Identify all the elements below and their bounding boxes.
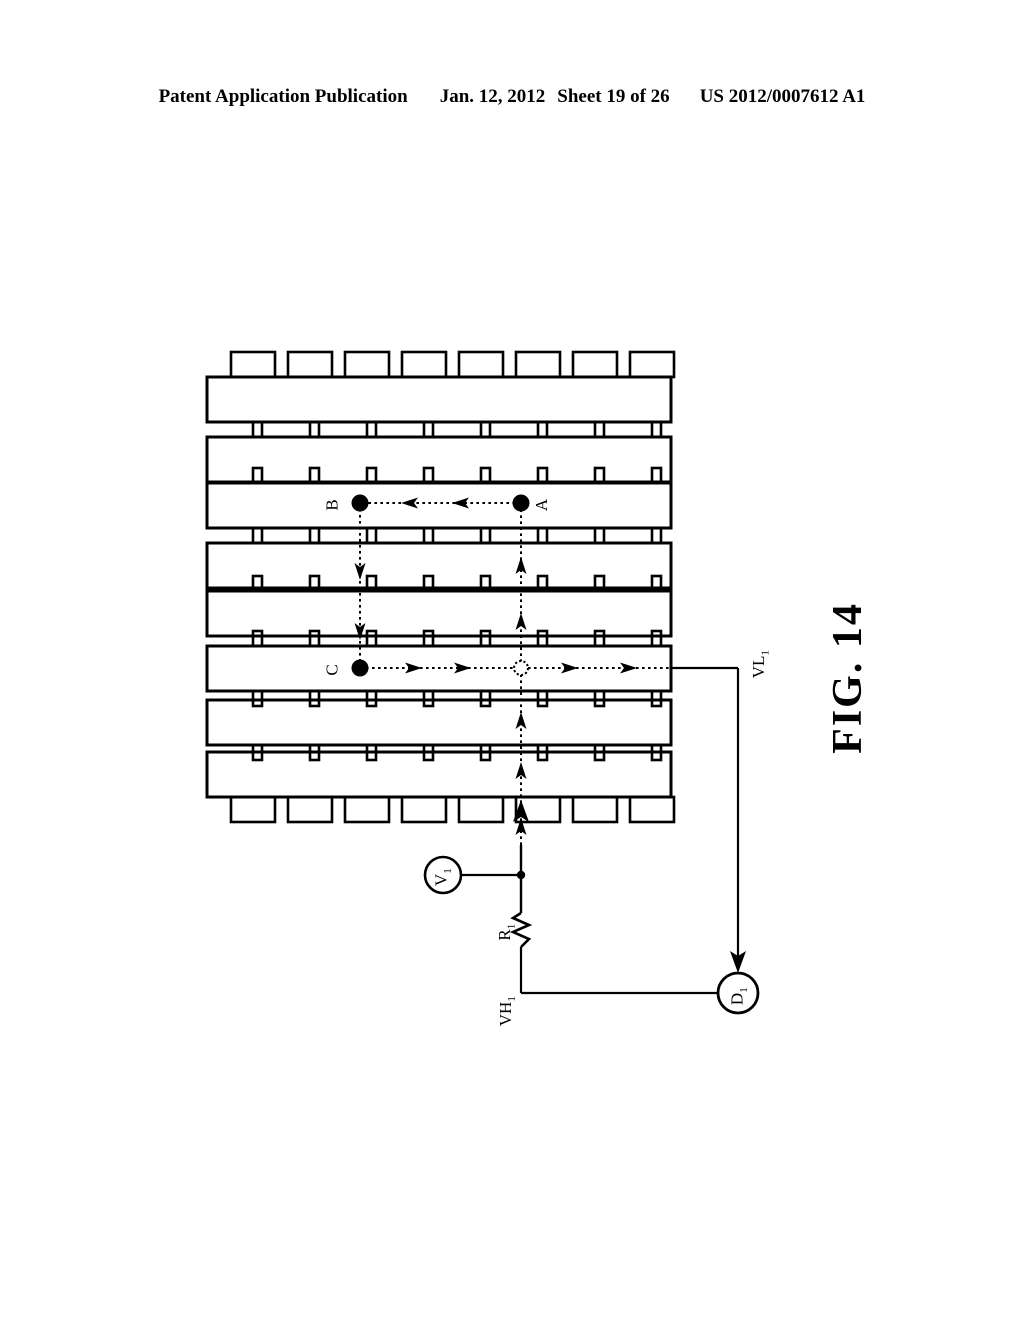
post	[308, 526, 321, 545]
post	[479, 629, 492, 648]
post	[422, 420, 435, 439]
resistor-label: R1	[495, 923, 518, 941]
post	[251, 629, 264, 648]
top-tab	[571, 350, 619, 379]
bottom-tab	[628, 795, 676, 824]
bottom-tab	[571, 795, 619, 824]
post	[365, 420, 378, 439]
post	[422, 629, 435, 648]
node-dot-group	[351, 494, 530, 677]
post	[365, 629, 378, 648]
patent-drawing-page: Patent Application Publication Jan. 12, 2…	[0, 0, 1024, 1320]
arrow-left	[401, 497, 418, 509]
top-tab	[286, 350, 334, 379]
bottom-tab	[229, 795, 277, 824]
junction-dot	[516, 870, 526, 880]
node-dot-b	[351, 494, 369, 512]
node-dot-crossing	[513, 660, 529, 676]
top-tab	[457, 350, 505, 379]
path-arrowheads	[354, 497, 637, 835]
bar	[205, 435, 673, 484]
post-row	[251, 526, 663, 545]
post	[308, 420, 321, 439]
post	[536, 526, 549, 545]
post-row	[251, 629, 663, 648]
post	[365, 526, 378, 545]
post	[251, 420, 264, 439]
post	[308, 629, 321, 648]
current-path-group	[359, 502, 671, 845]
post	[650, 420, 663, 439]
circuit-group	[423, 666, 760, 1015]
post	[650, 526, 663, 545]
arrow-up	[515, 613, 527, 630]
post	[650, 629, 663, 648]
top-tab	[400, 350, 448, 379]
bottom-tab	[400, 795, 448, 824]
bottom-tab	[457, 795, 505, 824]
post	[479, 420, 492, 439]
bar-stack	[205, 350, 676, 824]
bottom-tab	[286, 795, 334, 824]
bar-row-group	[205, 375, 673, 799]
top-tab	[343, 350, 391, 379]
node-label-a: A	[532, 498, 552, 512]
vh1-rail-label: VH1	[495, 996, 519, 1027]
bar	[205, 481, 673, 530]
post-row	[251, 420, 663, 439]
post	[593, 526, 606, 545]
top-tab-row	[229, 350, 676, 379]
bar	[205, 541, 673, 590]
node-dot-c	[351, 659, 369, 677]
node-dot-a	[512, 494, 530, 512]
bottom-tab	[343, 795, 391, 824]
voltage-source-label: V1	[431, 868, 455, 887]
post	[479, 526, 492, 545]
post	[536, 629, 549, 648]
top-tab	[628, 350, 676, 379]
post	[593, 420, 606, 439]
arrow-right	[620, 662, 637, 674]
post	[251, 526, 264, 545]
post	[422, 526, 435, 545]
top-tab	[229, 350, 277, 379]
post	[593, 629, 606, 648]
arrow-right	[405, 662, 422, 674]
bottom-tab-row	[229, 795, 676, 824]
bar	[205, 375, 673, 424]
bar	[205, 589, 673, 638]
node-label-b: B	[322, 499, 342, 511]
arrow-right	[561, 662, 578, 674]
node-label-c: C	[322, 664, 342, 676]
detector-label: D1	[727, 987, 751, 1006]
arrow-up	[515, 712, 527, 729]
top-tab	[514, 350, 562, 379]
post	[536, 420, 549, 439]
figure-caption: FIG. 14	[824, 602, 871, 754]
vl1-rail-label: VL1	[748, 650, 772, 679]
